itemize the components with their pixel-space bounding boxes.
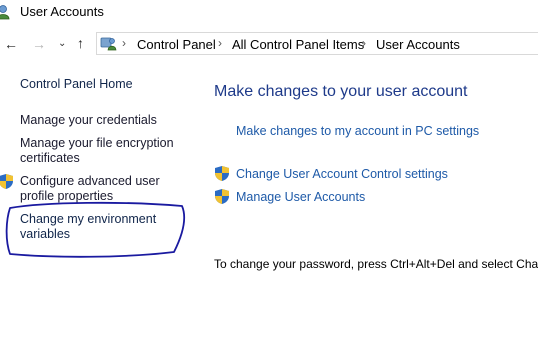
control-panel-home-link[interactable]: Control Panel Home	[20, 77, 133, 92]
window-title: User Accounts	[20, 4, 104, 19]
control-panel-icon	[100, 37, 117, 51]
breadcrumb-control-panel[interactable]: Control Panel	[137, 37, 216, 52]
advanced-profile-line-1: Configure advanced user	[20, 174, 160, 188]
page-heading: Make changes to your user account	[214, 83, 468, 100]
user-accounts-icon	[0, 5, 10, 20]
back-arrow-icon[interactable]: ←	[4, 37, 18, 51]
up-arrow-icon[interactable]: ↑	[77, 36, 84, 50]
file-encryption-line-2: certificates	[20, 151, 80, 165]
recent-locations-chevron-icon[interactable]: ⌄	[58, 37, 66, 51]
chevron-right-icon[interactable]: ›	[218, 36, 222, 50]
forward-arrow-icon[interactable]: →	[32, 37, 46, 51]
manage-credentials-link[interactable]: Manage your credentials	[20, 113, 157, 128]
password-info-text: To change your password, press Ctrl+Alt+…	[214, 257, 538, 271]
pc-settings-link[interactable]: Make changes to my account in PC setting…	[236, 124, 479, 138]
file-encryption-link[interactable]: Manage your file encryption certificates	[20, 136, 174, 166]
uac-shield-icon	[215, 166, 229, 181]
breadcrumb-user-accounts[interactable]: User Accounts	[376, 37, 460, 52]
uac-settings-link[interactable]: Change User Account Control settings	[236, 167, 448, 181]
file-encryption-line-1: Manage your file encryption	[20, 136, 174, 150]
uac-shield-icon	[0, 174, 13, 189]
breadcrumb-all-items[interactable]: All Control Panel Items	[232, 37, 364, 52]
annotation-circle	[5, 201, 186, 258]
manage-user-accounts-link[interactable]: Manage User Accounts	[236, 190, 365, 204]
chevron-right-icon[interactable]: ›	[122, 36, 126, 50]
uac-shield-icon	[215, 189, 229, 204]
chevron-right-icon[interactable]: ›	[362, 36, 366, 50]
